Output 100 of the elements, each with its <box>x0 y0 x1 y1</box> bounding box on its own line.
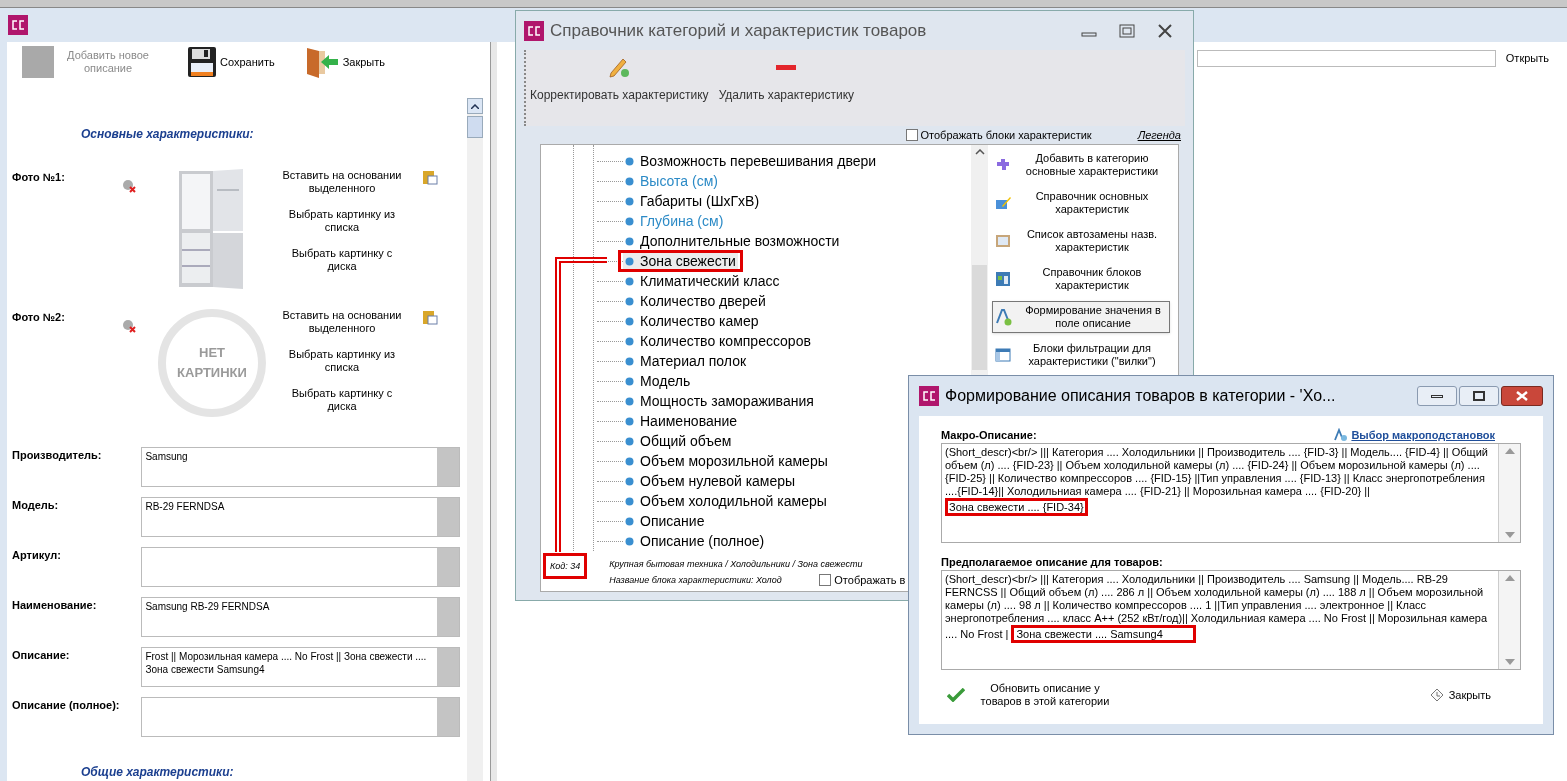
side-action-button[interactable]: Формирование значения в поле описание <box>992 301 1170 333</box>
text-field[interactable] <box>141 697 460 737</box>
scroll-up-icon[interactable] <box>974 149 985 155</box>
check-icon <box>947 688 965 702</box>
tree-item[interactable]: Дополнительные возможности <box>623 233 842 249</box>
photo-label: Фото №2: <box>11 310 66 325</box>
tree-item[interactable]: Высота (см) <box>623 173 720 189</box>
close-button[interactable]: Закрыть <box>1428 687 1491 703</box>
paste-icon[interactable] <box>422 169 438 185</box>
minimize-button[interactable] <box>1417 386 1457 406</box>
close-icon[interactable] <box>1157 23 1173 38</box>
tree-item[interactable]: Количество компрессоров <box>623 333 813 349</box>
tree-item[interactable]: Глубина (см) <box>623 213 726 229</box>
bullet-icon <box>625 496 634 506</box>
image-action-link[interactable]: Вставить на основании выделенного <box>272 309 412 335</box>
macro-link[interactable]: Выбор макроподстановок <box>1351 428 1495 442</box>
text-field[interactable]: Samsung <box>141 447 460 487</box>
tree-item[interactable]: Наименование <box>623 413 740 429</box>
field-label: Описание: <box>11 648 71 663</box>
side-action-button[interactable]: Список автозамены назв. характеристик <box>992 225 1170 257</box>
tree-item[interactable]: Зона свежести <box>623 253 738 269</box>
side-action-button[interactable]: Справочник основных характеристик <box>992 187 1170 219</box>
block-name: Название блока характеристики: Холод <box>609 574 783 587</box>
side-action-button[interactable]: Добавить в категорию основные характеристики <box>992 149 1170 181</box>
paste-icon[interactable] <box>422 309 438 325</box>
tree-item[interactable]: Количество камер <box>623 313 761 329</box>
minus-icon <box>776 64 797 70</box>
bullet-icon <box>625 416 634 426</box>
blank-icon <box>22 46 54 78</box>
bullet-icon <box>625 356 634 366</box>
toolbar-button[interactable]: Закрыть <box>304 46 386 78</box>
tree-item[interactable]: Описание <box>623 513 707 529</box>
code-label: Код: 34 <box>543 553 588 579</box>
checkbox-label: Отображать блоки характеристик <box>920 127 1092 143</box>
edit-form-icon <box>995 195 1011 211</box>
toolbar-button[interactable]: Удалить характеристику <box>718 56 855 105</box>
tree-item[interactable]: Мощность замораживания <box>623 393 816 409</box>
scroll-down-icon[interactable] <box>1503 531 1516 539</box>
bullet-icon <box>625 516 634 526</box>
toolbar-button[interactable]: Корректировать характеристику <box>530 56 709 105</box>
text-field[interactable] <box>141 547 460 587</box>
file-path-field[interactable] <box>1197 50 1496 67</box>
maximize-button[interactable] <box>1459 386 1499 406</box>
tree-item[interactable]: Количество дверей <box>623 293 768 309</box>
scroll-thumb[interactable] <box>972 265 987 370</box>
tree-item[interactable]: Объем холодильной камеры <box>623 493 829 509</box>
text-field[interactable]: Samsung RB-29 FERNDSA <box>141 597 460 637</box>
bullet-icon <box>625 256 634 266</box>
remove-image-icon[interactable] <box>122 319 136 333</box>
scroll-down-icon[interactable] <box>1503 658 1516 666</box>
side-action-button[interactable]: Справочник блоков характеристик <box>992 263 1170 295</box>
no-image-text: КАРТИНКИ <box>177 364 247 382</box>
checkbox[interactable] <box>905 129 918 142</box>
pencil-icon <box>608 56 631 79</box>
tree-item[interactable]: Возможность перевешивания двери <box>623 153 879 169</box>
result-text: (Short_descr)<br/> ||| Категория .... Холодильники || Производитель .... Samsung || Модель.... RB-29 FERNCSS || Общий объем (л) .... 286 л || Объем холодильной камеры (л) .... 188 л || Объем морозильной камеры (л) .... 98 л || Количество компрессоров .... 1 ||Тип управления .... электронное || Класс энергопотребления .... класс A++ (252 кВт/год)|| Холодильниая камера .... No Frost || Морозильная камера .... No Frost | Зона свежести .... Samsung4 <box>945 573 1495 643</box>
tree-item[interactable]: Габариты (ШхГхВ) <box>623 193 762 209</box>
app-logo-icon <box>524 20 544 41</box>
update-button[interactable]: Обновить описание у товаров в этой категории <box>941 682 1115 708</box>
bullet-icon <box>625 336 634 346</box>
toolbar-button[interactable]: Сохранить <box>188 47 275 77</box>
scrollbar[interactable] <box>467 98 483 781</box>
bullet-icon <box>625 276 634 286</box>
app-logo-icon <box>919 386 939 406</box>
table-icon <box>995 347 1011 363</box>
bullet-icon <box>625 536 634 546</box>
tree-item[interactable]: Описание (полное) <box>623 533 767 549</box>
window-grid-icon <box>995 271 1011 287</box>
tree-item[interactable]: Климатический класс <box>623 273 782 289</box>
tree-item[interactable]: Материал полок <box>623 353 749 369</box>
text-field[interactable]: Frost || Морозильная камера .... No Frost || Зона свежести .... Зона свежести Samsung4 <box>141 647 460 687</box>
bullet-icon <box>625 296 634 306</box>
clock-icon <box>1428 687 1445 703</box>
tree-item[interactable]: Модель <box>623 373 693 389</box>
image-action-link[interactable]: Выбрать картинку с диска <box>272 387 412 413</box>
no-image-text: НЕТ <box>199 344 225 362</box>
side-action-button[interactable]: Блоки фильтрации для характеристики ("вилки") <box>992 339 1170 371</box>
open-button[interactable]: Открыть <box>1505 50 1567 67</box>
notebook-icon <box>995 233 1011 249</box>
scroll-thumb[interactable] <box>467 116 483 138</box>
image-action-link[interactable]: Выбрать картинку с диска <box>272 247 412 273</box>
image-action-link[interactable]: Выбрать картинку из списка <box>272 348 412 374</box>
bullet-icon <box>625 316 634 326</box>
text-field[interactable]: RB-29 FERNDSA <box>141 497 460 537</box>
tree-item[interactable]: Объем морозильной камеры <box>623 453 830 469</box>
remove-image-icon[interactable] <box>122 179 136 193</box>
checkbox[interactable] <box>819 574 832 587</box>
image-action-link[interactable]: Выбрать картинку из списка <box>272 208 412 234</box>
maximize-icon[interactable] <box>1119 23 1135 38</box>
bullet-icon <box>625 436 634 446</box>
chevron-up-icon[interactable] <box>471 103 479 109</box>
splitter[interactable] <box>490 42 497 781</box>
image-action-link[interactable]: Вставить на основании выделенного <box>272 169 412 195</box>
tree-item[interactable]: Объем нулевой камеры <box>623 473 798 489</box>
section-label: Макро-Описание: <box>941 429 1037 442</box>
tree-item[interactable]: Общий объем <box>623 433 734 449</box>
window-title: Формирование описания товаров в категории - 'Хо... <box>945 386 1337 406</box>
section-label: Предполагаемое описание для товаров: <box>941 556 1164 569</box>
section-heading: Основные характеристики: <box>81 126 255 143</box>
legend-link[interactable]: Легенда <box>1137 126 1181 144</box>
